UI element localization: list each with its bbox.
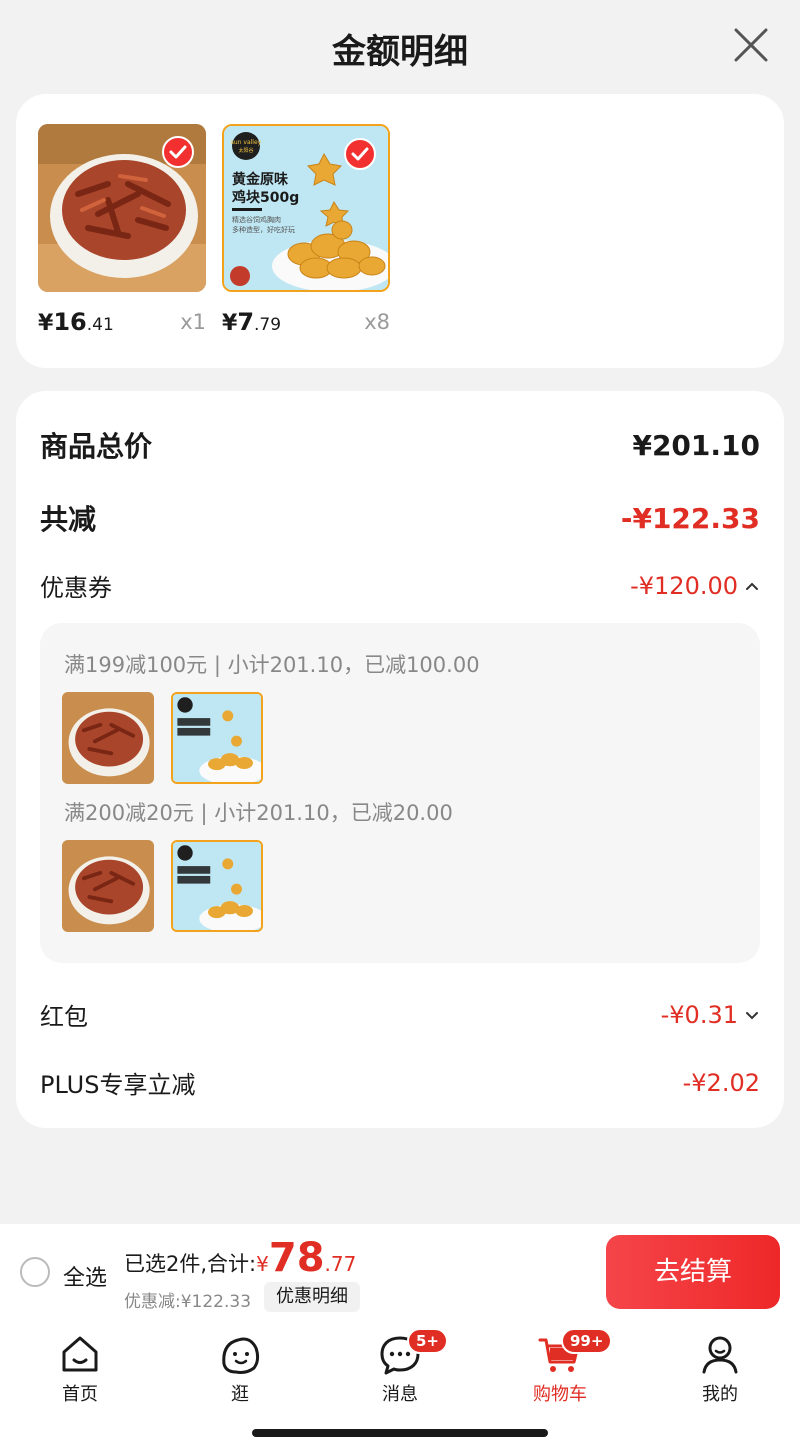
product-price: ¥16.41 bbox=[38, 308, 114, 336]
red-packet-label: 红包 bbox=[40, 1003, 88, 1031]
select-all-label[interactable]: 全选 bbox=[63, 1260, 107, 1292]
product-quantity: x8 bbox=[364, 310, 390, 334]
selected-check-icon bbox=[344, 138, 376, 170]
discount-details-button[interactable]: 优惠明细 bbox=[264, 1282, 360, 1312]
svg-text:鸡块500g: 鸡块500g bbox=[231, 189, 299, 206]
svg-text:黄金原味: 黄金原味 bbox=[232, 171, 288, 188]
total-reduction-row: 共减 -¥122.33 bbox=[40, 498, 760, 538]
svg-text:精选谷饲鸡胸肉: 精选谷饲鸡胸肉 bbox=[232, 215, 281, 224]
coupon-product-thumb bbox=[171, 840, 263, 932]
chevron-down-icon[interactable] bbox=[744, 1007, 760, 1023]
tab-home[interactable]: 首页 bbox=[25, 1330, 135, 1406]
total-summary: 已选2件,合计: ¥ 78 .77 bbox=[124, 1235, 357, 1281]
plus-discount-row: PLUS专享立减 -¥2.02 bbox=[40, 1065, 760, 1100]
total-reduction-label: 共减 bbox=[40, 503, 97, 536]
checkout-bar: 全选 已选2件,合计: ¥ 78 .77 优惠减:¥122.33 优惠明细 去结… bbox=[0, 1224, 800, 1320]
checkout-button[interactable]: 去结算 bbox=[606, 1235, 780, 1309]
message-badge: 5+ bbox=[407, 1328, 449, 1354]
product-item[interactable]: sun valley 太阳谷 黄金原味 鸡块500g 精选谷饲鸡胸肉 多种造型，… bbox=[222, 124, 390, 336]
product-price: ¥7.79 bbox=[222, 308, 282, 336]
plus-discount-label: PLUS专享立减 bbox=[40, 1071, 196, 1099]
cart-badge: 99+ bbox=[561, 1328, 613, 1354]
svg-text:多种造型，好吃好玩: 多种造型，好吃好玩 bbox=[232, 225, 295, 234]
header: 金额明细 bbox=[0, 0, 800, 92]
page-title: 金额明细 bbox=[332, 32, 468, 72]
total-reduction-value: -¥122.33 bbox=[620, 501, 760, 535]
coupon-breakdown: 满199减100元 | 小计201.10，已减100.00 满200减20元 |… bbox=[40, 623, 760, 963]
browse-icon bbox=[222, 1337, 260, 1374]
coupon-product-thumb bbox=[62, 840, 154, 932]
coupon-label: 优惠券 bbox=[40, 574, 112, 602]
product-item[interactable]: ¥16.41 x1 bbox=[38, 124, 206, 336]
chevron-up-icon[interactable] bbox=[744, 578, 760, 594]
coupon-row[interactable]: 优惠券 -¥120.00 bbox=[40, 568, 760, 603]
amount-details-card: 商品总价 ¥201.10 共减 -¥122.33 优惠券 -¥120.00 满1… bbox=[16, 391, 784, 1128]
profile-icon bbox=[702, 1336, 738, 1374]
red-packet-value[interactable]: -¥0.31 bbox=[661, 1001, 760, 1029]
selected-check-icon bbox=[162, 136, 194, 168]
product-image[interactable]: sun valley 太阳谷 黄金原味 鸡块500g 精选谷饲鸡胸肉 多种造型，… bbox=[222, 124, 390, 292]
close-icon[interactable] bbox=[732, 26, 770, 64]
coupon-product-thumb bbox=[171, 692, 263, 784]
total-price-row: 商品总价 ¥201.10 bbox=[40, 425, 760, 465]
red-packet-row[interactable]: 红包 -¥0.31 bbox=[40, 997, 760, 1032]
coupon-rule-text: 满200减20元 | 小计201.10，已减20.00 bbox=[64, 801, 453, 825]
total-price-label: 商品总价 bbox=[40, 430, 153, 463]
tab-browse[interactable]: 逛 bbox=[185, 1330, 295, 1406]
product-quantity: x1 bbox=[180, 310, 206, 334]
tab-profile[interactable]: 我的 bbox=[665, 1330, 775, 1406]
plus-discount-value: -¥2.02 bbox=[682, 1068, 760, 1097]
svg-text:sun valley: sun valley bbox=[231, 139, 262, 146]
tab-messages[interactable]: 消息 5+ bbox=[345, 1328, 455, 1406]
coupon-value[interactable]: -¥120.00 bbox=[630, 572, 760, 600]
select-all-radio[interactable] bbox=[20, 1257, 50, 1287]
product-image[interactable] bbox=[38, 124, 206, 292]
coupon-product-thumb bbox=[62, 692, 154, 784]
tab-cart[interactable]: 购物车 99+ bbox=[505, 1328, 615, 1406]
total-price-value: ¥201.10 bbox=[632, 428, 760, 462]
coupon-rule-text: 满199减100元 | 小计201.10，已减100.00 bbox=[64, 653, 480, 677]
home-icon bbox=[62, 1336, 98, 1372]
svg-text:太阳谷: 太阳谷 bbox=[238, 147, 253, 154]
selected-products-card: ¥16.41 x1 sun valley 太阳谷 黄金原味 鸡块500g 精选谷… bbox=[16, 94, 784, 368]
savings-text: 优惠减:¥122.33 bbox=[124, 1292, 252, 1312]
home-indicator bbox=[252, 1429, 548, 1437]
